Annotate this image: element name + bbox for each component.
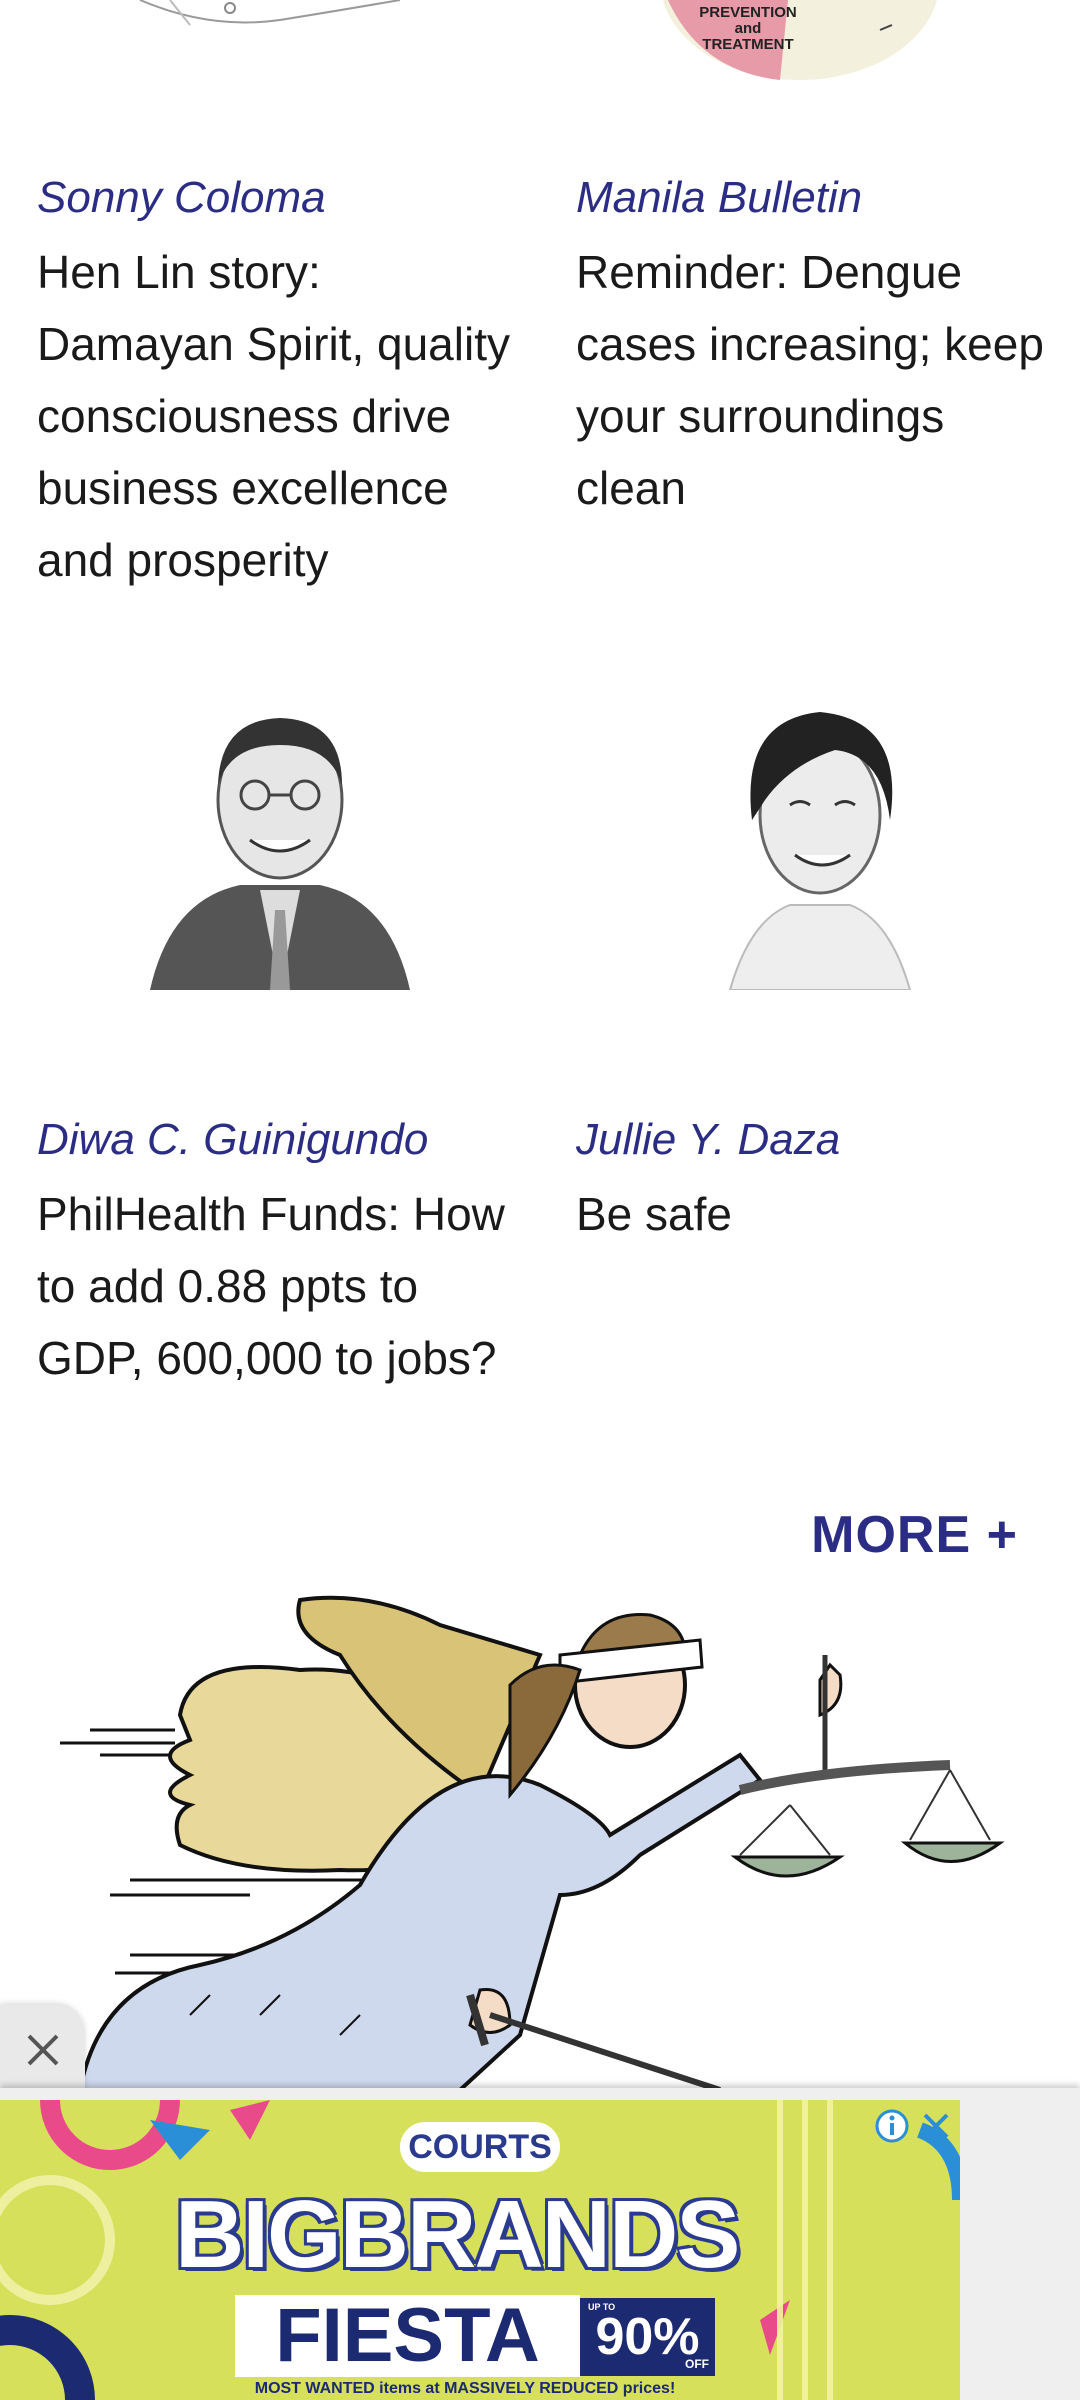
author-portrait[interactable]: [670, 690, 970, 991]
thumbnail-right-partial[interactable]: PREVENTION and TREATMENT: [630, 0, 950, 82]
close-ad-button[interactable]: [0, 2005, 85, 2095]
ad-banner-container: COURTS BIGBRANDS FIESTA 90% UP TO OFF MO…: [0, 2088, 1080, 2400]
ad-brand-logo: COURTS: [400, 2122, 560, 2172]
ad-discount-suffix: OFF: [685, 2357, 709, 2371]
thumb-text-2: and: [734, 20, 762, 37]
ad-subtitle: FIESTA: [275, 2293, 540, 2378]
ad-banner[interactable]: COURTS BIGBRANDS FIESTA 90% UP TO OFF MO…: [0, 2100, 960, 2400]
article-card[interactable]: Jullie Y. Daza Be safe: [576, 1110, 1056, 1250]
author-name[interactable]: Manila Bulletin: [576, 168, 1056, 228]
ad-title: BIGBRANDS: [175, 2181, 740, 2288]
more-link[interactable]: MORE +: [811, 1505, 1018, 1565]
thumb-text-3: TREATMENT: [702, 36, 794, 53]
article-headline[interactable]: Reminder: Dengue cases increasing; keep …: [576, 236, 1056, 524]
article-card[interactable]: Sonny Coloma Hen Lin story: Damayan Spir…: [37, 168, 517, 596]
thumbnail-left-partial[interactable]: [130, 0, 410, 35]
author-portrait[interactable]: [130, 690, 430, 990]
ad-fine-print: MOST WANTED items at MASSIVELY REDUCED p…: [254, 2380, 676, 2397]
ad-close-icon[interactable]: [920, 2110, 952, 2142]
article-headline[interactable]: Hen Lin story: Damayan Spirit, quality c…: [37, 236, 517, 596]
thumb-text-1: PREVENTION: [699, 4, 797, 21]
article-card[interactable]: Manila Bulletin Reminder: Dengue cases i…: [576, 168, 1056, 524]
ad-info-icon[interactable]: [874, 2108, 910, 2144]
author-name[interactable]: Jullie Y. Daza: [576, 1110, 1056, 1170]
article-headline[interactable]: PhilHealth Funds: How to add 0.88 ppts t…: [37, 1178, 517, 1394]
author-name[interactable]: Diwa C. Guinigundo: [37, 1110, 517, 1170]
ad-discount-badge: 90% UP TO OFF: [580, 2298, 715, 2376]
close-icon: [27, 2034, 58, 2066]
ad-discount-prefix: UP TO: [588, 2302, 616, 2312]
editorial-cartoon-image[interactable]: [40, 1595, 1040, 2090]
ad-choices: [874, 2108, 952, 2144]
article-card[interactable]: Diwa C. Guinigundo PhilHealth Funds: How…: [37, 1110, 517, 1394]
author-name[interactable]: Sonny Coloma: [37, 168, 517, 228]
ad-discount-value: 90%: [595, 2308, 700, 2366]
article-headline[interactable]: Be safe: [576, 1178, 1056, 1250]
